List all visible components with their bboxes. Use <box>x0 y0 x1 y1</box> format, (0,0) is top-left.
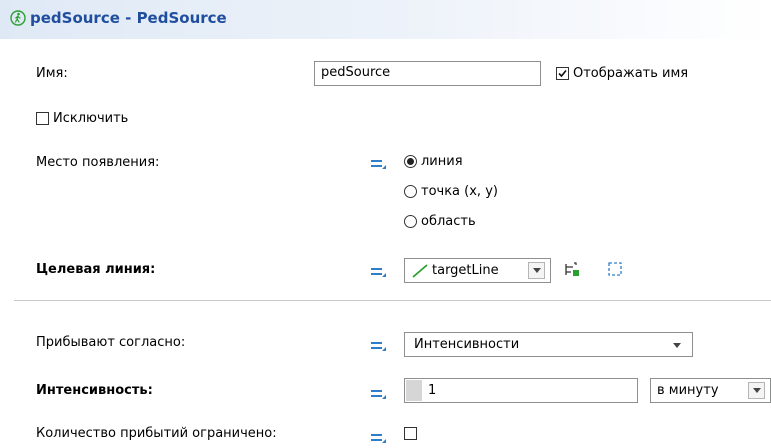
name-label: Имя: <box>36 66 68 81</box>
show-name-label: Отображать имя <box>573 66 689 81</box>
static-value-icon[interactable] <box>370 156 386 170</box>
target-line-select[interactable]: targetLine <box>404 258 551 283</box>
pedestrian-icon <box>10 10 26 26</box>
arrivals-select[interactable]: Интенсивности <box>404 332 693 357</box>
divider <box>14 300 771 301</box>
static-value-icon[interactable] <box>370 338 386 352</box>
name-input[interactable]: pedSource <box>314 61 541 86</box>
radio-point-label: точка (x, y) <box>421 184 498 199</box>
marquee-select-icon[interactable] <box>607 261 623 277</box>
radio-area-label: область <box>421 214 476 229</box>
rate-value: 1 <box>428 383 437 398</box>
radio-area[interactable] <box>404 215 417 228</box>
location-label: Место появления: <box>36 155 160 170</box>
chevron-down-icon <box>533 268 541 273</box>
show-name-checkbox[interactable] <box>556 67 569 80</box>
field-handle <box>406 380 422 401</box>
static-value-icon[interactable] <box>370 386 386 400</box>
rate-unit-value: в минуту <box>657 383 719 398</box>
static-value-icon[interactable] <box>370 264 386 278</box>
radio-line-label: линия <box>421 154 463 169</box>
dropdown-arrow-button[interactable] <box>748 382 765 399</box>
exclude-checkbox[interactable] <box>36 112 49 125</box>
rate-label: Интенсивность: <box>36 383 153 398</box>
dropdown-arrow-button[interactable] <box>528 262 545 279</box>
target-line-value: targetLine <box>432 263 499 278</box>
limited-label: Количество прибытий ограничено: <box>36 426 277 441</box>
radio-line[interactable] <box>404 155 417 168</box>
target-line-label: Целевая линия: <box>36 262 156 277</box>
page-title: pedSource - PedSource <box>10 9 227 27</box>
static-value-icon[interactable] <box>370 430 386 444</box>
line-icon <box>412 264 428 278</box>
chevron-down-icon <box>673 343 681 348</box>
title-text: pedSource - PedSource <box>30 9 227 27</box>
limited-checkbox[interactable] <box>404 427 417 440</box>
radio-point[interactable] <box>404 185 417 198</box>
checkmark-icon <box>558 69 567 78</box>
chevron-down-icon <box>753 388 761 393</box>
rate-input[interactable]: 1 <box>404 378 638 403</box>
arrivals-label: Прибывают согласно: <box>36 335 186 350</box>
select-on-canvas-icon[interactable] <box>563 261 581 279</box>
exclude-label: Исключить <box>53 111 129 126</box>
rate-unit-select[interactable]: в минуту <box>650 378 771 403</box>
arrivals-value: Интенсивности <box>414 337 520 352</box>
